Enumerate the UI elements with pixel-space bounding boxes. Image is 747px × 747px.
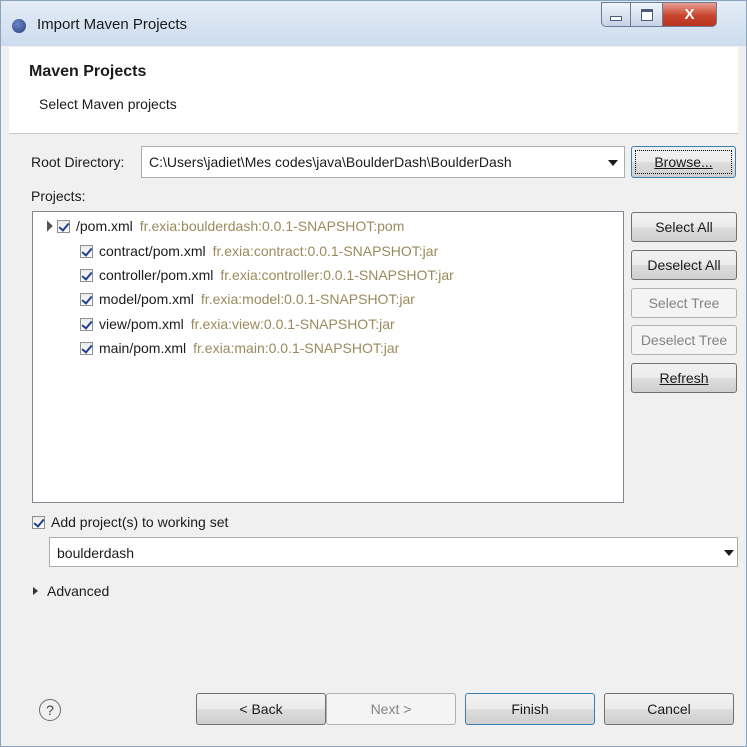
window-controls: X [601, 2, 717, 28]
project-path: model/pom.xml [99, 291, 194, 307]
chevron-down-icon [724, 550, 734, 556]
collapse-arrow-icon[interactable] [41, 220, 53, 232]
select-all-button[interactable]: Select All [631, 212, 737, 242]
project-gav: fr.exia:boulderdash:0.0.1-SNAPSHOT:pom [139, 218, 405, 234]
advanced-section-toggle[interactable]: Advanced [33, 580, 109, 602]
project-gav: fr.exia:view:0.0.1-SNAPSHOT:jar [190, 316, 395, 332]
maximize-icon [640, 8, 653, 21]
tree-row[interactable]: /pom.xml fr.exia:boulderdash:0.0.1-SNAPS… [41, 215, 405, 237]
project-gav: fr.exia:contract:0.0.1-SNAPSHOT:jar [212, 243, 439, 259]
project-gav: fr.exia:main:0.0.1-SNAPSHOT:jar [193, 340, 400, 356]
project-checkbox[interactable] [57, 219, 70, 233]
projects-tree[interactable]: /pom.xml fr.exia:boulderdash:0.0.1-SNAPS… [32, 211, 624, 503]
working-set-value: boulderdash [57, 545, 135, 561]
project-gav: fr.exia:model:0.0.1-SNAPSHOT:jar [200, 291, 415, 307]
page-title: Maven Projects [29, 63, 147, 80]
project-checkbox[interactable] [80, 341, 93, 355]
projects-label: Projects: [31, 188, 86, 204]
working-set-combo[interactable]: boulderdash [49, 537, 738, 567]
project-checkbox[interactable] [80, 292, 93, 306]
select-tree-button[interactable]: Select Tree [631, 288, 737, 318]
eclipse-app-icon [12, 19, 26, 33]
wizard-header: Maven Projects Select Maven projects [9, 47, 738, 134]
project-gav: fr.exia:controller:0.0.1-SNAPSHOT:jar [220, 267, 454, 283]
cancel-button[interactable]: Cancel [604, 693, 734, 725]
minimize-icon [610, 16, 622, 21]
project-path: view/pom.xml [99, 316, 184, 332]
maximize-button[interactable] [631, 2, 663, 27]
project-checkbox[interactable] [80, 317, 93, 331]
back-button[interactable]: < Back [196, 693, 326, 725]
project-path: controller/pom.xml [99, 267, 214, 283]
working-set-checkbox[interactable] [32, 515, 45, 529]
advanced-label: Advanced [47, 583, 110, 599]
root-directory-label: Root Directory: [31, 154, 125, 170]
close-button[interactable]: X [663, 2, 717, 27]
chevron-down-icon [608, 160, 618, 166]
deselect-all-button[interactable]: Deselect All [631, 250, 737, 280]
project-checkbox[interactable] [80, 244, 93, 258]
help-icon[interactable]: ? [39, 699, 61, 721]
window-title: Import Maven Projects [37, 16, 188, 33]
tree-row[interactable]: view/pom.xml fr.exia:view:0.0.1-SNAPSHOT… [80, 313, 395, 335]
project-checkbox[interactable] [80, 268, 93, 282]
finish-button[interactable]: Finish [465, 693, 595, 725]
root-directory-value: C:\Users\jadiet\Mes codes\java\BoulderDa… [149, 154, 512, 170]
next-button[interactable]: Next > [326, 693, 456, 725]
refresh-button[interactable]: Refresh [631, 363, 737, 393]
expand-arrow-icon [33, 587, 38, 595]
working-set-label: Add project(s) to working set [51, 514, 229, 530]
deselect-tree-button[interactable]: Deselect Tree [631, 325, 737, 355]
project-path: /pom.xml [76, 218, 133, 234]
root-directory-combo[interactable]: C:\Users\jadiet\Mes codes\java\BoulderDa… [141, 146, 625, 178]
tree-row[interactable]: controller/pom.xml fr.exia:controller:0.… [80, 264, 454, 286]
browse-button[interactable]: Browse... [631, 146, 736, 178]
tree-row[interactable]: contract/pom.xml fr.exia:contract:0.0.1-… [80, 240, 438, 262]
working-set-option[interactable]: Add project(s) to working set [32, 511, 228, 533]
tree-row[interactable]: main/pom.xml fr.exia:main:0.0.1-SNAPSHOT… [80, 337, 399, 359]
minimize-button[interactable] [601, 2, 631, 27]
page-subtitle: Select Maven projects [39, 96, 177, 112]
import-maven-dialog: Import Maven Projects X Maven Projects S… [0, 0, 747, 747]
close-icon: X [684, 6, 695, 23]
project-path: contract/pom.xml [99, 243, 206, 259]
project-path: main/pom.xml [99, 340, 187, 356]
tree-row[interactable]: model/pom.xml fr.exia:model:0.0.1-SNAPSH… [80, 288, 415, 310]
title-bar[interactable]: Import Maven Projects X [1, 1, 746, 46]
